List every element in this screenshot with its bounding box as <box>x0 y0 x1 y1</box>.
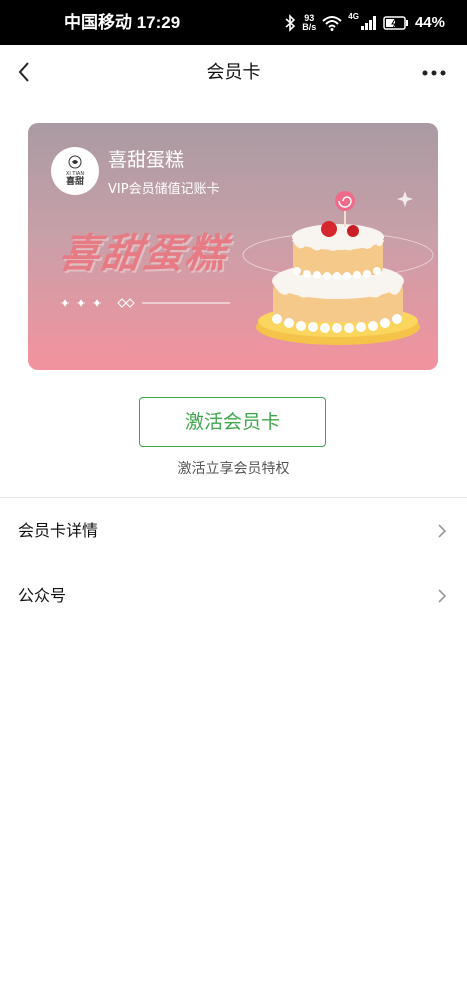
wifi-icon <box>322 15 342 31</box>
sparkle-decoration-icon <box>61 298 230 308</box>
status-bar: 中国移动 17:29 93 B/s 4G 44% <box>0 0 467 45</box>
menu-item-label: 会员卡详情 <box>18 521 99 540</box>
card-brand-name: 喜甜蛋糕 <box>108 149 185 171</box>
brand-logo: XI TIAN 喜甜 <box>51 147 99 195</box>
net-speed: 93 B/s <box>302 12 317 32</box>
divider <box>0 497 467 498</box>
battery-icon <box>383 15 408 30</box>
card-big-title: 喜甜蛋糕 <box>56 231 231 277</box>
logo-main-text: 喜甜 <box>65 177 84 187</box>
network-type: 4G <box>348 12 359 21</box>
activate-card-button[interactable]: 激活会员卡 <box>139 397 326 447</box>
activate-hint: 激活立享会员特权 <box>177 461 290 477</box>
cake-illustration <box>242 191 434 345</box>
menu-item-label: 公众号 <box>18 586 67 605</box>
more-icon[interactable] <box>421 63 447 83</box>
battery-percent: 44% <box>414 14 445 31</box>
page-title: 会员卡 <box>206 62 261 83</box>
menu-item-official-account[interactable]: 公众号 <box>0 568 467 624</box>
card-subtitle: VIP会员储值记账卡 <box>108 182 220 197</box>
nav-bar: 会员卡 <box>0 45 467 101</box>
status-icons: 93 B/s 4G 44% <box>284 0 445 45</box>
logo-emblem-icon <box>68 155 82 169</box>
chevron-right-icon <box>438 524 447 538</box>
carrier-time: 中国移动 17:29 <box>64 13 181 32</box>
member-card: XI TIAN 喜甜 喜甜蛋糕 VIP会员储值记账卡 喜甜蛋糕 <box>28 123 438 370</box>
chevron-right-icon <box>438 589 447 603</box>
menu-item-card-details[interactable]: 会员卡详情 <box>0 503 467 559</box>
signal-icon <box>360 15 376 30</box>
bluetooth-icon <box>285 13 296 32</box>
